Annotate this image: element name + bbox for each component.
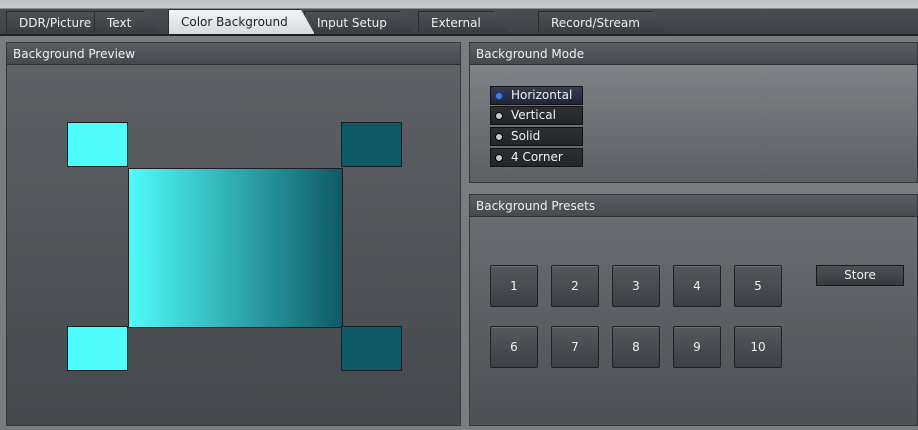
tab-bar: DDR/Picture Text Input Setup External Re… <box>0 0 918 36</box>
mode-option-horizontal[interactable]: Horizontal <box>490 86 583 105</box>
mode-option-label: Horizontal <box>511 88 573 102</box>
tab-input-setup[interactable]: Input Setup <box>304 11 414 33</box>
mode-option-solid[interactable]: Solid <box>490 127 583 146</box>
color-swatch-top-left[interactable] <box>67 122 128 167</box>
background-preview-title: Background Preview <box>7 43 460 65</box>
mode-option-4-corner[interactable]: 4 Corner <box>490 148 583 167</box>
background-preview-panel: Background Preview <box>6 42 461 426</box>
preset-button-3[interactable]: 3 <box>612 265 660 307</box>
tab-text[interactable]: Text <box>94 11 158 33</box>
preset-button-6[interactable]: 6 <box>490 326 538 368</box>
radio-unselected-icon <box>495 133 503 141</box>
background-presets-title: Background Presets <box>470 195 917 217</box>
color-swatch-bottom-left[interactable] <box>67 326 128 371</box>
background-presets-body: 1 2 3 4 5 6 7 8 9 10 Store <box>470 217 917 425</box>
tab-external[interactable]: External <box>418 11 508 33</box>
tab-color-background[interactable]: Color Background <box>168 9 315 34</box>
preset-button-5[interactable]: 5 <box>734 265 782 307</box>
tab-divider <box>0 34 918 36</box>
mode-option-vertical[interactable]: Vertical <box>490 106 583 125</box>
mode-option-label: 4 Corner <box>511 150 563 164</box>
background-preview-canvas <box>7 65 460 425</box>
preset-button-2[interactable]: 2 <box>551 265 599 307</box>
preset-button-7[interactable]: 7 <box>551 326 599 368</box>
preset-button-1[interactable]: 1 <box>490 265 538 307</box>
preset-button-9[interactable]: 9 <box>673 326 721 368</box>
background-mode-panel: Background Mode Horizontal Vertical Soli… <box>469 42 918 183</box>
preset-button-8[interactable]: 8 <box>612 326 660 368</box>
mode-option-label: Solid <box>511 129 541 143</box>
radio-unselected-icon <box>495 154 503 162</box>
background-presets-panel: Background Presets 1 2 3 4 5 6 7 8 9 10 … <box>469 194 918 426</box>
color-swatch-top-right[interactable] <box>341 122 402 167</box>
store-button[interactable]: Store <box>816 265 904 286</box>
preset-button-4[interactable]: 4 <box>673 265 721 307</box>
radio-selected-icon <box>495 92 503 100</box>
mode-option-label: Vertical <box>511 108 556 122</box>
tab-record-stream[interactable]: Record/Stream <box>538 11 667 33</box>
preset-button-10[interactable]: 10 <box>734 326 782 368</box>
radio-unselected-icon <box>495 112 503 120</box>
background-mode-title: Background Mode <box>470 43 917 65</box>
color-swatch-bottom-right[interactable] <box>341 326 402 371</box>
gradient-preview <box>128 168 343 328</box>
background-mode-body: Horizontal Vertical Solid 4 Corner <box>470 65 917 182</box>
